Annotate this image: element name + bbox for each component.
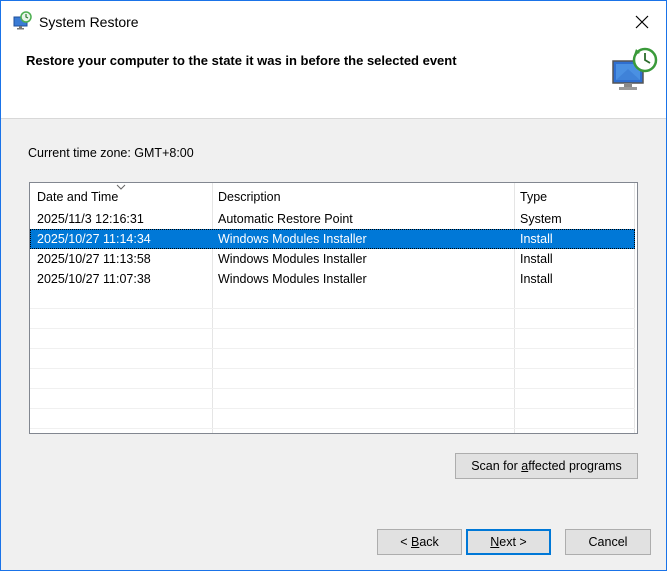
- dialog-header: Restore your computer to the state it wa…: [1, 39, 666, 119]
- cell-description: Windows Modules Installer: [218, 272, 367, 286]
- scan-affected-programs-button[interactable]: Scan for affected programs: [455, 453, 638, 479]
- column-header-type[interactable]: Type: [520, 190, 547, 204]
- cell-date: 2025/10/27 11:13:58: [37, 252, 151, 266]
- empty-row: [30, 369, 635, 389]
- timezone-label: Current time zone: GMT+8:00: [28, 146, 194, 160]
- restore-points-list[interactable]: Date and Time Description Type 2025/11/3…: [29, 182, 638, 434]
- accelerator-key: N: [490, 535, 500, 549]
- cell-description: Windows Modules Installer: [218, 252, 367, 266]
- cell-description: Automatic Restore Point: [218, 212, 353, 226]
- window-title: System Restore: [39, 14, 139, 30]
- cell-date: 2025/11/3 12:16:31: [37, 212, 144, 226]
- system-restore-icon: [13, 11, 32, 30]
- system-restore-monitor-icon: [612, 47, 658, 90]
- cell-date: 2025/10/27 11:14:34: [37, 232, 151, 246]
- button-label: ack: [419, 535, 439, 549]
- empty-row: [30, 309, 635, 329]
- table-row[interactable]: 2025/10/27 11:13:58 Windows Modules Insta…: [30, 249, 635, 269]
- system-restore-window: System Restore Restore your computer to …: [0, 0, 667, 571]
- button-label: Scan for: [471, 459, 522, 473]
- cell-date: 2025/10/27 11:07:38: [37, 272, 151, 286]
- button-label: ffected programs: [528, 459, 622, 473]
- empty-row: [30, 289, 635, 309]
- empty-row: [30, 429, 635, 433]
- list-header: Date and Time Description Type: [30, 183, 637, 208]
- cell-type: Install: [520, 272, 553, 286]
- cell-description: Windows Modules Installer: [218, 232, 367, 246]
- empty-row: [30, 349, 635, 369]
- page-heading: Restore your computer to the state it wa…: [26, 53, 457, 68]
- cell-type: Install: [520, 252, 553, 266]
- empty-row: [30, 389, 635, 409]
- column-header-date[interactable]: Date and Time: [37, 190, 118, 204]
- sort-indicator-icon: [116, 184, 126, 190]
- cell-type: Install: [520, 232, 553, 246]
- title-bar[interactable]: System Restore: [1, 1, 666, 39]
- back-button[interactable]: < Back: [377, 529, 462, 555]
- empty-row: [30, 329, 635, 349]
- button-label: <: [400, 535, 411, 549]
- empty-row: [30, 409, 635, 429]
- cell-type: System: [520, 212, 562, 226]
- button-label: ext >: [499, 535, 527, 549]
- cancel-button[interactable]: Cancel: [565, 529, 651, 555]
- column-header-description[interactable]: Description: [218, 190, 281, 204]
- close-icon[interactable]: [627, 7, 657, 37]
- next-button[interactable]: Next >: [466, 529, 551, 555]
- table-row[interactable]: 2025/10/27 11:07:38 Windows Modules Insta…: [30, 269, 635, 289]
- table-row[interactable]: 2025/10/27 11:14:34 Windows Modules Insta…: [30, 229, 635, 249]
- table-row[interactable]: 2025/11/3 12:16:31 Automatic Restore Poin…: [30, 209, 635, 229]
